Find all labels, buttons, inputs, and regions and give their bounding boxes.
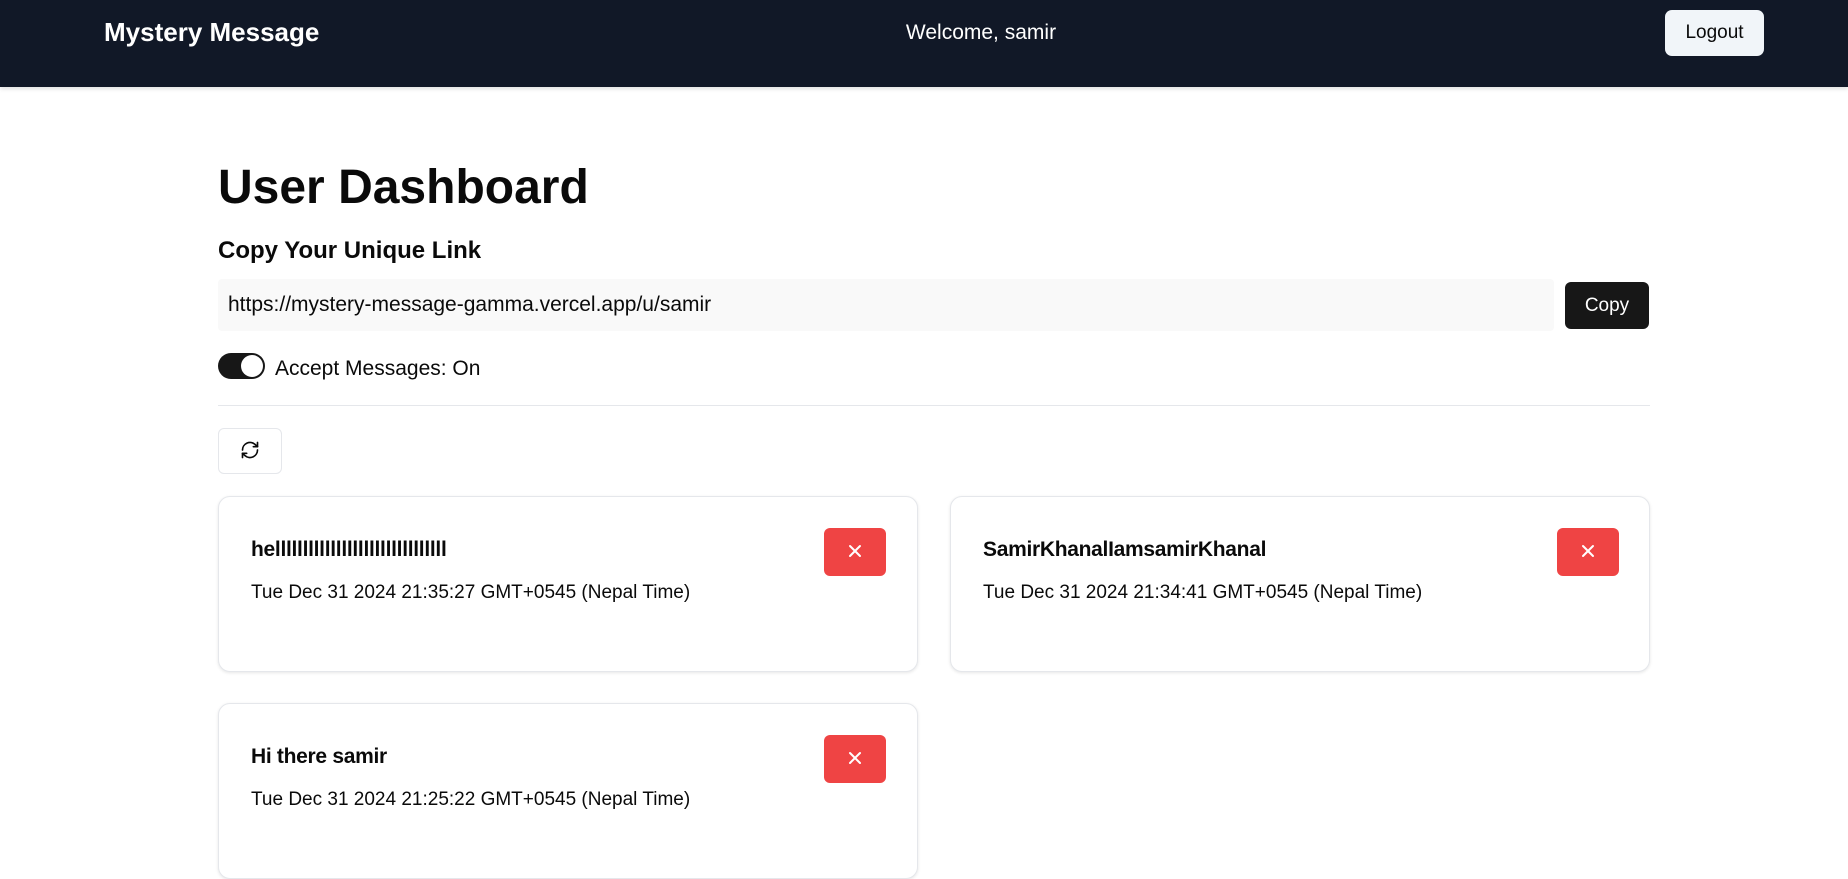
link-section-title: Copy Your Unique Link (218, 237, 482, 264)
close-icon (1580, 543, 1596, 562)
brand-title[interactable]: Mystery Message (104, 17, 319, 47)
message-content: SamirKhanalIamsamirKhanal (983, 538, 1267, 561)
divider (218, 405, 1650, 406)
delete-message-button[interactable] (824, 735, 886, 783)
accept-messages-label: Accept Messages: On (275, 357, 481, 380)
message-content: Hi there samir (251, 745, 387, 768)
accept-messages-switch[interactable] (218, 353, 265, 379)
refresh-icon (240, 440, 260, 463)
message-content: helllllllllllllllllllllllllllllll (251, 538, 447, 561)
unique-link-input[interactable] (218, 279, 1554, 331)
page-title: User Dashboard (218, 161, 589, 214)
navbar: Mystery Message Welcome, samir Logout (0, 0, 1848, 87)
close-icon (847, 750, 863, 769)
close-icon (847, 543, 863, 562)
message-card: Hi there samir Tue Dec 31 2024 21:25:22 … (218, 703, 918, 879)
message-date: Tue Dec 31 2024 21:34:41 GMT+0545 (Nepal… (983, 582, 1423, 603)
message-date: Tue Dec 31 2024 21:35:27 GMT+0545 (Nepal… (251, 582, 691, 603)
copy-button[interactable]: Copy (1565, 282, 1649, 329)
message-date: Tue Dec 31 2024 21:25:22 GMT+0545 (Nepal… (251, 789, 691, 810)
message-card: helllllllllllllllllllllllllllllll Tue De… (218, 496, 918, 672)
logout-button[interactable]: Logout (1665, 10, 1764, 56)
refresh-button[interactable] (218, 428, 282, 474)
message-card: SamirKhanalIamsamirKhanal Tue Dec 31 202… (950, 496, 1650, 672)
switch-knob (241, 355, 263, 377)
delete-message-button[interactable] (1557, 528, 1619, 576)
delete-message-button[interactable] (824, 528, 886, 576)
